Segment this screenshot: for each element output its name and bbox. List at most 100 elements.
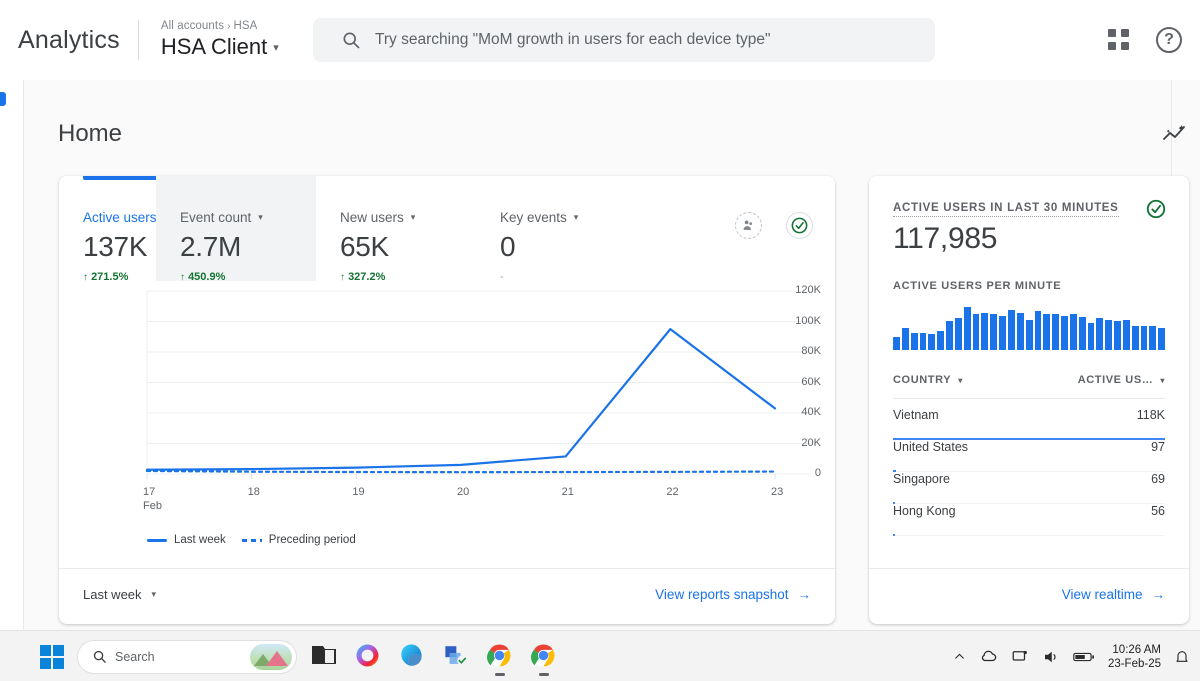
sparkline-bar [1149,326,1156,350]
sparkline-bar [964,307,971,350]
windows-start-icon[interactable] [40,645,64,669]
country-name: Hong Kong [893,504,956,518]
account-name[interactable]: HSA Client ▾ [161,34,279,60]
sparkline-bar [920,333,927,350]
search-icon [92,649,107,664]
sparkline-bar [1008,310,1015,350]
search-highlight-thumbnail[interactable] [250,644,292,670]
page-title: Home [58,120,122,148]
content-area: Home Active users ▾ 137K ↑ [24,80,1200,630]
arrow-right-icon: → [1152,587,1166,602]
taskbar-search-input[interactable]: Search [78,641,296,673]
active-users-value: 69 [1151,472,1165,486]
sparkline-bar [928,334,935,350]
y-axis-tick: 80K [777,345,821,357]
check-circle-icon[interactable] [1145,198,1167,220]
search-placeholder: Try searching "MoM growth in users for e… [375,31,771,49]
country-name: Vietnam [893,408,939,422]
chart-legend: Last week Preceding period [147,534,356,546]
chevron-up-icon[interactable] [953,650,966,663]
metric-label[interactable]: New users ▾ [340,210,476,225]
sparkline-bar [937,331,944,350]
breadcrumb-property[interactable]: HSA [234,20,258,32]
clock[interactable]: 10:26 AM 23-Feb-25 [1108,643,1161,671]
metric-label[interactable]: Active users ▾ [83,210,156,225]
row-bar-fill [893,534,895,536]
chevron-down-icon: ▾ [411,212,416,223]
x-axis-tick: 19 [352,486,364,498]
metric-tab-key-events[interactable]: Key events ▾ 0 - [476,176,636,281]
insights-trend-icon[interactable] [1162,122,1190,144]
copilot-icon[interactable] [354,642,384,672]
metric-tab-event-count[interactable]: Event count ▾ 2.7M ↑ 450.9% [156,176,316,281]
volume-icon[interactable] [1042,648,1060,666]
column-header-active-users[interactable]: ACTIVE US… ▾ [1078,374,1165,386]
x-axis-tick: 17 [143,486,155,498]
edge-icon[interactable] [398,642,428,672]
table-row[interactable]: Hong Kong56 [893,504,1165,536]
battery-icon[interactable] [1073,650,1095,664]
sparkline-bar [1105,320,1112,350]
country-name: Singapore [893,472,950,486]
view-realtime-link[interactable]: View realtime → [1062,587,1165,602]
sparkline-bar [1123,320,1130,350]
breadcrumb-accounts[interactable]: All accounts [161,20,224,32]
sparkline-bar [1070,314,1077,350]
account-selector[interactable]: All accounts›HSA HSA Client ▾ [161,20,279,60]
sparkline-bar [1026,320,1033,350]
chevron-down-icon: ▾ [574,212,579,223]
x-axis-tick: 23 [771,486,783,498]
legend-item-preceding-period[interactable]: Preceding period [242,534,356,546]
sidebar-edge-indicator[interactable] [0,92,6,106]
active-users-per-minute-sparkline [893,304,1165,350]
bell-icon[interactable] [1174,649,1190,665]
table-row[interactable]: Singapore 69 [893,472,1165,504]
metric-tabs: Active users ▾ 137K ↑ 271.5% Event count… [59,176,835,281]
search-input[interactable]: Try searching "MoM growth in users for e… [313,18,935,62]
table-row[interactable]: Vietnam 118K [893,408,1165,440]
help-circle-icon[interactable]: ? [1156,27,1182,53]
metric-value: 0 [500,231,636,263]
metric-name-text: New users [340,210,404,225]
check-circle-icon[interactable] [786,212,813,239]
legend-label: Preceding period [269,534,356,546]
ai-insight-icon[interactable] [735,212,762,239]
chevron-down-icon: ▾ [258,212,263,223]
chrome-icon[interactable] [486,642,516,672]
overview-card-footer: Last week ▾ View reports snapshot → [59,568,835,624]
legend-item-last-week[interactable]: Last week [147,534,226,546]
network-icon[interactable] [1011,648,1029,666]
chart-canvas [59,281,835,511]
country-name: United States [893,440,968,454]
x-axis-tick: 20 [457,486,469,498]
metric-value: 137K [83,231,156,263]
column-header-country[interactable]: COUNTRY ▾ [893,374,963,386]
cloud-icon[interactable] [979,647,998,666]
metric-label[interactable]: Key events ▾ [500,210,636,225]
apps-grid-icon[interactable] [1108,29,1130,51]
sparkline-bar [893,337,900,350]
metric-tab-new-users[interactable]: New users ▾ 65K ↑ 327.2% [316,176,476,281]
screen: Analytics All accounts›HSA HSA Client ▾ … [0,0,1200,681]
table-row[interactable]: United States97 [893,440,1165,472]
chrome-icon[interactable] [530,642,560,672]
sparkline-bar [1061,316,1068,351]
store-icon[interactable] [442,642,472,672]
date-range-selector[interactable]: Last week ▾ [83,587,156,602]
view-reports-snapshot-link[interactable]: View reports snapshot → [655,587,811,602]
y-axis-tick: 100K [777,315,821,327]
metric-value: 2.7M [180,231,316,263]
taskbar-items: Search [40,631,560,681]
sparkline-bar [1035,311,1042,350]
active-users-per-minute-label: ACTIVE USERS PER MINUTE [893,280,1061,292]
clock-date: 23-Feb-25 [1108,657,1161,671]
top-bar-actions: ? [1108,0,1182,80]
sparkline-bar [990,314,997,350]
sparkline-bar [1043,314,1050,350]
metric-label[interactable]: Event count ▾ [180,210,316,225]
legend-dashed-line-icon [242,539,262,542]
file-explorer-icon[interactable] [310,642,340,672]
sparkline-bar [1114,321,1121,350]
active-users-value: 118K [1137,408,1165,422]
metric-tab-active-users[interactable]: Active users ▾ 137K ↑ 271.5% [59,176,156,281]
